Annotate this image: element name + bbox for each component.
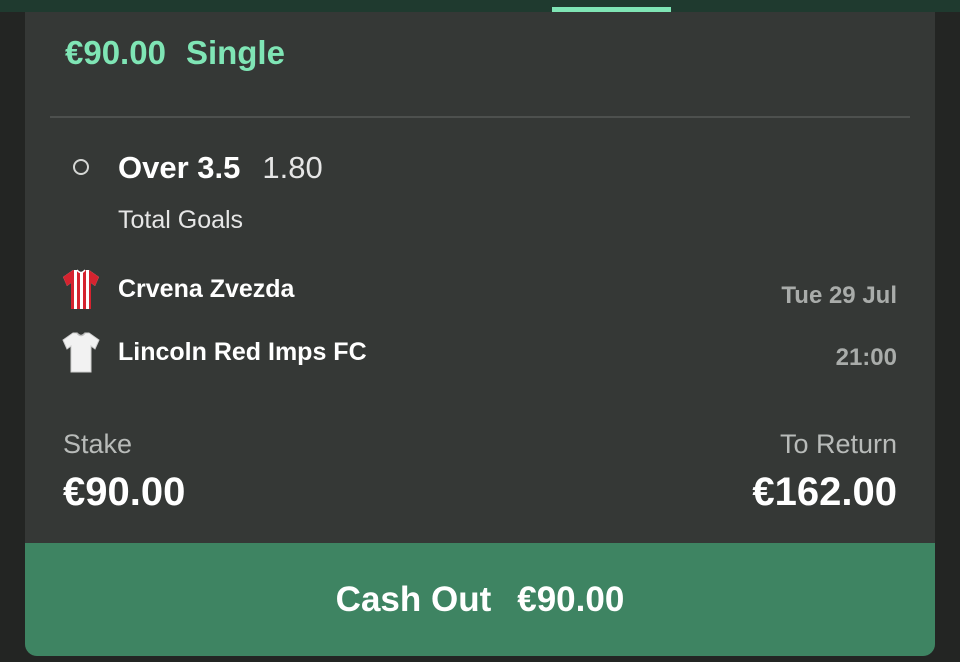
white-jersey-icon	[62, 332, 100, 373]
bet-type: Single	[185, 34, 285, 71]
striped-jersey-icon	[63, 269, 99, 309]
to-return-value: €162.00	[752, 470, 897, 514]
bet-header: €90.00 Single	[65, 34, 285, 72]
home-team-name: Crvena Zvezda	[118, 274, 295, 303]
event-time: 21:00	[835, 344, 897, 371]
bet-card: €90.00 Single Over 3.5 1.80 Total Goals	[25, 12, 935, 656]
stake-label: Stake	[63, 429, 133, 459]
to-return-label: To Return	[779, 429, 897, 459]
selection-name: Over 3.5	[118, 150, 241, 185]
selection-status-icon	[73, 159, 89, 175]
market-name: Total Goals	[118, 206, 244, 234]
cash-out-button[interactable]: Cash Out €90.00	[25, 543, 935, 656]
away-team-name: Lincoln Red Imps FC	[118, 337, 367, 366]
cash-out-amount: €90.00	[517, 579, 625, 619]
bet-amount: €90.00	[65, 34, 166, 71]
divider	[50, 116, 910, 118]
cash-out-label: Cash Out	[335, 579, 492, 619]
stake-value: €90.00	[63, 470, 186, 514]
home-team: Crvena Zvezda	[62, 267, 294, 311]
top-tab-bar	[0, 0, 960, 12]
selection: Over 3.5 1.80	[118, 150, 323, 186]
event-date: Tue 29 Jul	[781, 282, 897, 309]
away-team: Lincoln Red Imps FC	[62, 330, 367, 374]
selection-odds: 1.80	[262, 150, 323, 185]
